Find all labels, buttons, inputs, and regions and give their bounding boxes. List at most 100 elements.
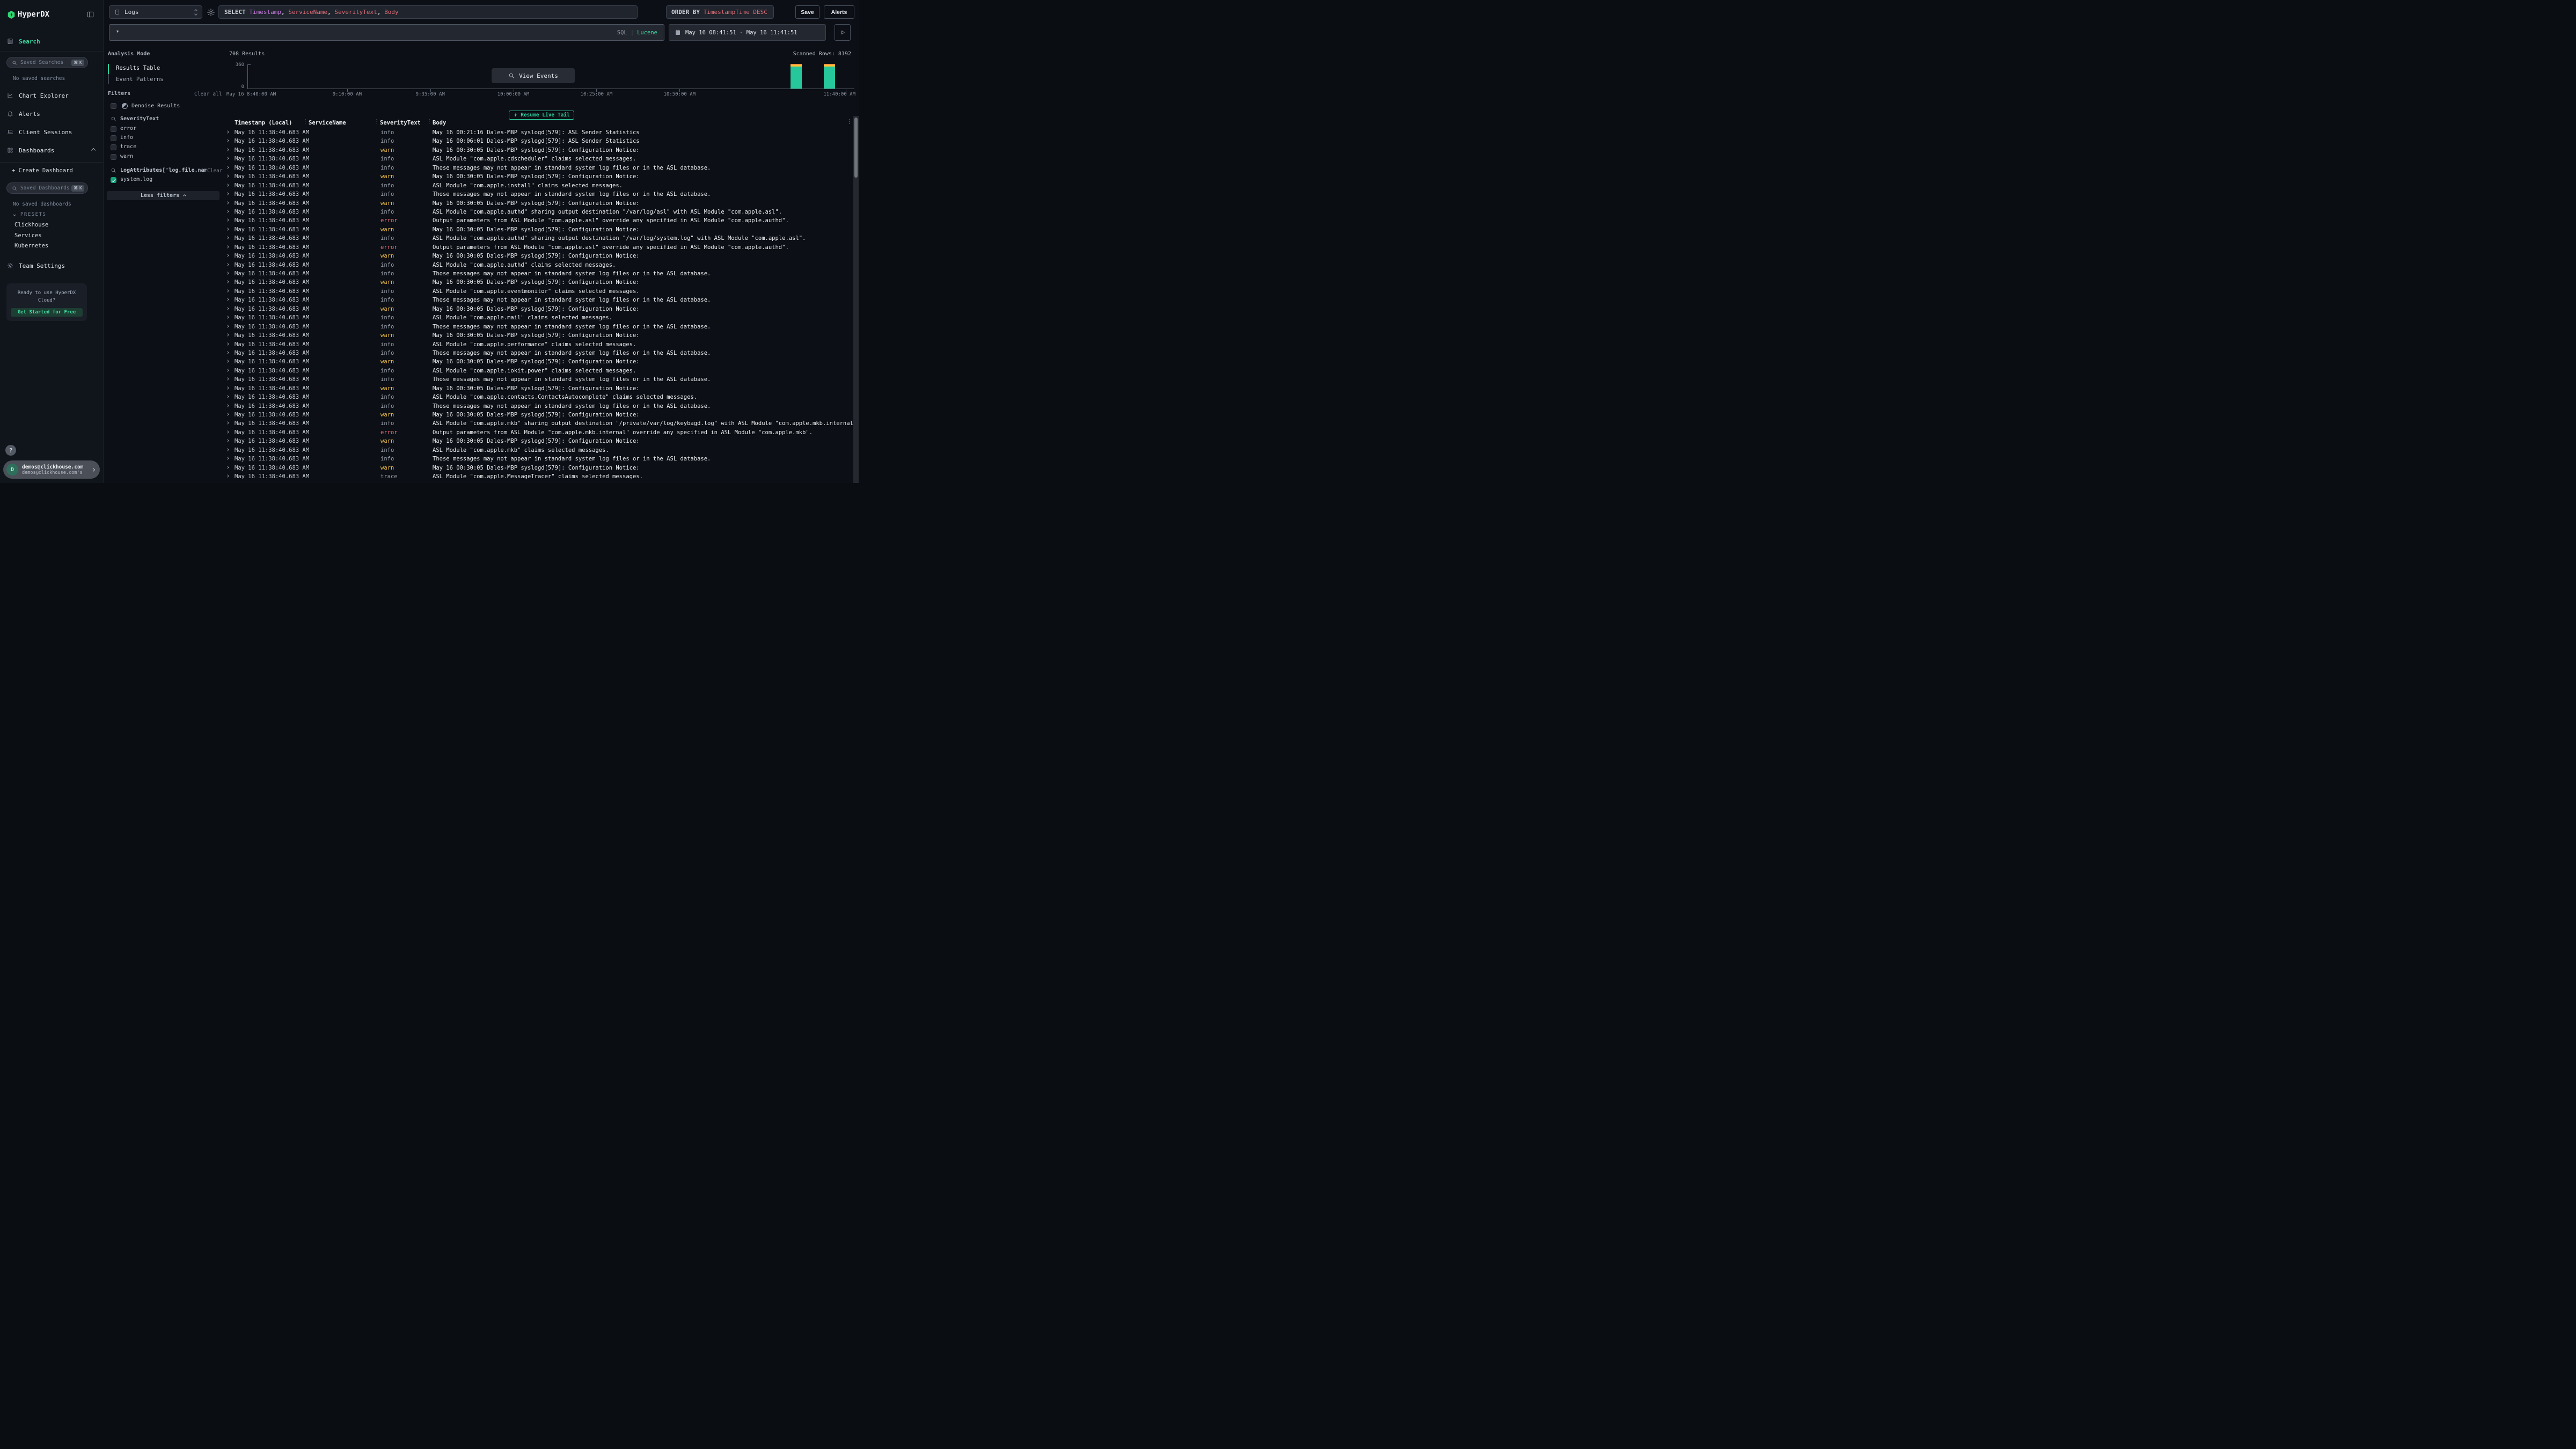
table-row[interactable]: May 16 11:38:40.683 AMinfoASL Module "co… xyxy=(222,313,853,322)
user-account-chip[interactable]: D demos@clickhouse.com demos@clickhouse.… xyxy=(3,460,100,479)
table-row[interactable]: May 16 11:38:40.683 AMwarnMay 16 00:30:0… xyxy=(222,357,853,366)
saved-dashboards-input[interactable]: Saved Dashboards ⌘ K xyxy=(6,182,88,194)
checkbox-info[interactable] xyxy=(111,135,116,141)
table-options-icon[interactable]: ⋮ xyxy=(846,119,852,125)
row-expand-chevron-icon[interactable] xyxy=(226,148,229,151)
order-by-input[interactable]: ORDER BY TimestampTime DESC xyxy=(666,5,774,19)
table-row[interactable]: May 16 11:38:40.683 AMinfoThose messages… xyxy=(222,296,853,304)
lang-sql-toggle[interactable]: SQL xyxy=(617,30,627,36)
table-row[interactable]: May 16 11:38:40.683 AMinfoASL Module "co… xyxy=(222,155,853,163)
column-resize-handle[interactable]: ⋮ xyxy=(303,119,308,125)
table-row[interactable]: May 16 11:38:40.683 AMinfoASL Module "co… xyxy=(222,261,853,269)
checkbox-error[interactable] xyxy=(111,126,116,132)
filter-group-severity[interactable]: SeverityText xyxy=(111,116,159,122)
table-row[interactable]: May 16 11:38:40.683 AMinfoASL Module "co… xyxy=(222,393,853,401)
table-row[interactable]: May 16 11:38:40.683 AMerrorOutput parame… xyxy=(222,216,853,225)
preset-item-kubernetes[interactable]: Kubernetes xyxy=(14,243,48,249)
row-expand-chevron-icon[interactable] xyxy=(226,157,229,160)
view-events-button[interactable]: View Events xyxy=(492,68,575,83)
table-row[interactable]: May 16 11:38:40.683 AMinfoThose messages… xyxy=(222,190,853,199)
help-button[interactable]: ? xyxy=(5,445,16,456)
row-expand-chevron-icon[interactable] xyxy=(226,281,229,284)
row-expand-chevron-icon[interactable] xyxy=(226,395,229,398)
lang-lucene-toggle[interactable]: Lucene xyxy=(637,30,657,36)
sidebar-item-alerts[interactable]: Alerts xyxy=(0,108,104,120)
row-expand-chevron-icon[interactable] xyxy=(226,307,229,310)
run-query-button[interactable] xyxy=(835,24,851,41)
filter-group-logattributes[interactable]: LogAttributes['log.file.nam xyxy=(111,167,207,173)
row-expand-chevron-icon[interactable] xyxy=(226,166,229,169)
table-row[interactable]: May 16 11:38:40.683 AMinfoASL Module "co… xyxy=(222,181,853,190)
column-resize-handle[interactable]: ⋮ xyxy=(427,119,432,125)
row-expand-chevron-icon[interactable] xyxy=(226,342,229,346)
table-row[interactable]: May 16 11:38:40.683 AMinfoASL Module "co… xyxy=(222,340,853,349)
row-expand-chevron-icon[interactable] xyxy=(226,413,229,416)
table-row[interactable]: May 16 11:38:40.683 AMinfoASL Module "co… xyxy=(222,446,853,455)
row-expand-chevron-icon[interactable] xyxy=(226,430,229,434)
row-expand-chevron-icon[interactable] xyxy=(226,377,229,380)
column-header-timestamp[interactable]: Timestamp (Local) xyxy=(235,120,292,126)
sidebar-collapse-icon[interactable] xyxy=(86,11,94,18)
row-expand-chevron-icon[interactable] xyxy=(226,130,229,134)
table-row[interactable]: May 16 11:38:40.683 AMtraceASL Module "c… xyxy=(222,472,853,481)
preset-item-clickhouse[interactable]: Clickhouse xyxy=(14,222,48,228)
select-clause-input[interactable]: SELECT Timestamp, ServiceName, SeverityT… xyxy=(218,5,638,19)
column-resize-handle[interactable]: ⋮ xyxy=(374,119,379,125)
table-row[interactable]: May 16 11:38:40.683 AMwarnMay 16 00:30:0… xyxy=(222,331,853,340)
table-row[interactable]: May 16 11:38:40.683 AMwarnMay 16 00:30:0… xyxy=(222,146,853,155)
table-row[interactable]: May 16 11:38:40.683 AMinfoASL Module "co… xyxy=(222,367,853,375)
clear-all-link[interactable]: Clear all xyxy=(194,91,222,97)
filter-option-trace[interactable]: trace xyxy=(120,144,136,150)
row-expand-chevron-icon[interactable] xyxy=(226,386,229,390)
row-expand-chevron-icon[interactable] xyxy=(226,448,229,451)
row-expand-chevron-icon[interactable] xyxy=(226,439,229,442)
table-row[interactable]: May 16 11:38:40.683 AMinfoThose messages… xyxy=(222,349,853,357)
mode-results-table[interactable]: Results Table xyxy=(116,65,160,71)
table-row[interactable]: May 16 11:38:40.683 AMwarnMay 16 00:30:0… xyxy=(222,464,853,472)
row-expand-chevron-icon[interactable] xyxy=(226,219,229,222)
date-range-picker[interactable]: May 16 08:41:51 - May 16 11:41:51 xyxy=(669,24,826,41)
table-row[interactable]: May 16 11:38:40.683 AMinfoThose messages… xyxy=(222,375,853,384)
checkbox-trace[interactable] xyxy=(111,144,116,150)
table-row[interactable]: May 16 11:38:40.683 AMwarnMay 16 00:30:0… xyxy=(222,278,853,287)
filter-option-warn[interactable]: warn xyxy=(120,153,133,159)
sidebar-item-chart-explorer[interactable]: Chart Explorer xyxy=(0,90,104,101)
source-settings-button[interactable] xyxy=(207,8,215,17)
row-expand-chevron-icon[interactable] xyxy=(226,201,229,204)
table-row[interactable]: May 16 11:38:40.683 AMinfoThose messages… xyxy=(222,164,853,172)
table-row[interactable]: May 16 11:38:40.683 AMwarnMay 16 00:30:0… xyxy=(222,252,853,260)
preset-item-services[interactable]: Services xyxy=(14,232,42,239)
row-expand-chevron-icon[interactable] xyxy=(226,298,229,301)
row-expand-chevron-icon[interactable] xyxy=(226,369,229,372)
denoise-checkbox[interactable] xyxy=(111,103,116,109)
table-row[interactable]: May 16 11:38:40.683 AMinfoMay 16 00:21:1… xyxy=(222,128,853,137)
resume-live-tail-button[interactable]: Resume Live Tail xyxy=(509,111,574,120)
get-started-button[interactable]: Get Started for Free xyxy=(11,308,83,317)
table-row[interactable]: May 16 11:38:40.683 AMwarnMay 16 00:30:0… xyxy=(222,172,853,181)
row-expand-chevron-icon[interactable] xyxy=(226,140,229,143)
row-expand-chevron-icon[interactable] xyxy=(226,254,229,257)
saved-searches-input[interactable]: Saved Searches ⌘ K xyxy=(6,57,88,68)
table-row[interactable]: May 16 11:38:40.683 AMinfoThose messages… xyxy=(222,323,853,331)
scrollbar-track[interactable] xyxy=(853,116,859,483)
table-row[interactable]: May 16 11:38:40.683 AMwarnMay 16 00:30:0… xyxy=(222,305,853,313)
source-select[interactable]: Logs xyxy=(109,5,202,19)
table-row[interactable]: May 16 11:38:40.683 AMinfoASL Module "co… xyxy=(222,419,853,428)
sidebar-item-team-settings[interactable]: Team Settings xyxy=(0,260,104,272)
column-header-severitytext[interactable]: SeverityText xyxy=(380,120,421,126)
alerts-button[interactable]: Alerts xyxy=(824,5,854,19)
checkbox-system.log[interactable] xyxy=(111,177,116,183)
table-row[interactable]: May 16 11:38:40.683 AMwarnMay 16 00:30:0… xyxy=(222,384,853,393)
table-row[interactable]: May 16 11:38:40.683 AMinfoThose messages… xyxy=(222,455,853,463)
table-row[interactable]: May 16 11:38:40.683 AMinfoThose messages… xyxy=(222,269,853,278)
table-row[interactable]: May 16 11:38:40.683 AMwarnMay 16 00:30:0… xyxy=(222,225,853,234)
clear-group-link[interactable]: Clear xyxy=(207,168,223,174)
row-expand-chevron-icon[interactable] xyxy=(226,174,229,178)
table-row[interactable]: May 16 11:38:40.683 AMinfoASL Module "co… xyxy=(222,208,853,216)
row-expand-chevron-icon[interactable] xyxy=(226,404,229,407)
less-filters-button[interactable]: Less filters xyxy=(107,191,219,200)
histogram-bar[interactable] xyxy=(824,64,835,89)
table-row[interactable]: May 16 11:38:40.683 AMinfoASL Module "co… xyxy=(222,234,853,243)
row-expand-chevron-icon[interactable] xyxy=(226,210,229,213)
table-row[interactable]: May 16 11:38:40.683 AMinfoASL Module "co… xyxy=(222,287,853,296)
